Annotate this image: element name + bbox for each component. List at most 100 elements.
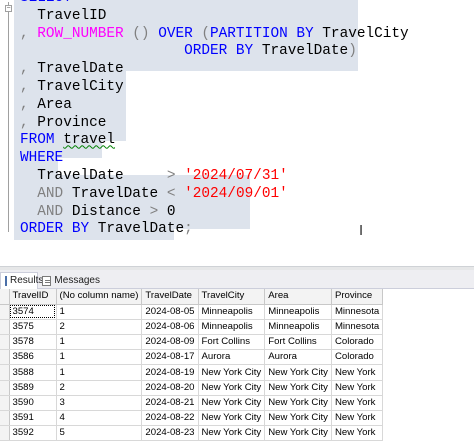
table-cell[interactable]: New York City	[198, 395, 266, 412]
table-cell[interactable]: 3	[56, 395, 143, 412]
sql-code[interactable]: SELECT TravelID, ROW_NUMBER () OVER (PAR…	[20, 0, 409, 239]
table-cell[interactable]: Colorado	[331, 349, 384, 366]
code-line[interactable]: , TravelDate	[20, 61, 409, 79]
table-cell[interactable]: New York	[331, 425, 384, 442]
table-cell[interactable]: New York City	[198, 410, 266, 427]
code-line[interactable]: ORDER BY TravelDate)	[20, 43, 409, 61]
code-line[interactable]: AND TravelDate < '2024/09/01'	[20, 186, 409, 204]
code-line[interactable]: , Area	[20, 97, 409, 115]
table-cell[interactable]: Fort Collins	[198, 334, 266, 351]
table-cell[interactable]: Aurora	[198, 349, 266, 366]
table-cell[interactable]: 2024-08-19	[141, 364, 199, 381]
table-row[interactable]: 3592 5 2024-08-23 New York City New York Cit…	[0, 425, 384, 442]
table-row[interactable]: 3588 1 2024-08-19 New York City New York Cit…	[0, 364, 384, 381]
code-line[interactable]: , Province	[20, 115, 409, 133]
column-header[interactable]: Area	[264, 289, 332, 305]
code-line[interactable]: FROM travel	[20, 132, 409, 150]
table-cell[interactable]: Aurora	[264, 349, 332, 366]
table-cell[interactable]: Minnesota	[331, 304, 384, 320]
table-cell[interactable]: 2	[56, 380, 143, 396]
table-cell[interactable]: 1	[56, 349, 143, 366]
results-grid[interactable]: TravelID (No column name) TravelDate Tra…	[0, 289, 474, 446]
row-header[interactable]	[0, 395, 10, 412]
table-cell[interactable]: New York City	[198, 364, 266, 381]
column-header[interactable]: TravelDate	[141, 289, 199, 305]
row-header[interactable]	[0, 380, 10, 396]
table-cell[interactable]: 3590	[9, 395, 57, 412]
query-editor[interactable]: − SELECT TravelID, ROW_NUMBER () OVER (P…	[0, 0, 474, 268]
code-line[interactable]: TravelDate > '2024/07/31'	[20, 168, 409, 186]
table-cell[interactable]: 2024-08-17	[141, 349, 199, 366]
table-cell[interactable]: Minneapolis	[198, 319, 266, 336]
code-line[interactable]: SELECT	[20, 0, 409, 8]
table-cell[interactable]: 2024-08-20	[141, 380, 199, 396]
table-cell[interactable]: Minneapolis	[264, 319, 332, 336]
table-cell[interactable]: New York	[331, 395, 384, 412]
column-header[interactable]: TravelID	[9, 289, 57, 305]
row-header[interactable]	[0, 425, 10, 442]
code-token: TravelDate	[253, 43, 349, 60]
table-cell[interactable]: New York City	[198, 380, 266, 396]
table-cell[interactable]: New York City	[198, 425, 266, 442]
table-cell[interactable]: 3574	[9, 304, 57, 320]
table-row[interactable]: 3578 1 2024-08-09 Fort Collins Fort Collins C…	[0, 334, 384, 351]
table-cell[interactable]: New York City	[264, 410, 332, 427]
row-header[interactable]	[0, 304, 10, 320]
table-cell[interactable]: 2024-08-22	[141, 410, 199, 427]
code-line[interactable]: AND Distance > 0	[20, 204, 409, 222]
table-cell[interactable]: 3588	[9, 364, 57, 381]
table-cell[interactable]: 3589	[9, 380, 57, 396]
table-cell[interactable]: 1	[56, 364, 143, 381]
table-row[interactable]: 3586 1 2024-08-17 Aurora Aurora Colorado	[0, 349, 384, 366]
row-header[interactable]	[0, 349, 10, 366]
column-header[interactable]: Province	[331, 289, 384, 305]
table-cell[interactable]: 2024-08-09	[141, 334, 199, 351]
table-cell[interactable]: 2024-08-23	[141, 425, 199, 442]
table-cell[interactable]: Minneapolis	[198, 304, 266, 320]
column-header[interactable]: (No column name)	[56, 289, 143, 305]
row-header[interactable]	[0, 334, 10, 351]
tab-messages[interactable]: Messages	[40, 272, 100, 289]
code-line[interactable]: WHERE	[20, 150, 409, 168]
table-cell[interactable]: Fort Collins	[264, 334, 332, 351]
table-row[interactable]: 3574 1 2024-08-05 Minneapolis Minneapolis Min…	[0, 304, 384, 320]
table-cell[interactable]: 4	[56, 410, 143, 427]
table-cell[interactable]: New York City	[264, 364, 332, 381]
table-cell[interactable]: New York City	[264, 380, 332, 396]
code-line[interactable]: ORDER BY TravelDate;	[20, 221, 409, 239]
table-cell[interactable]: Minneapolis	[264, 304, 332, 320]
column-header[interactable]: TravelCity	[198, 289, 266, 305]
fold-collapse-icon[interactable]: −	[5, 5, 12, 12]
table-cell[interactable]: 2	[56, 319, 143, 336]
row-header[interactable]	[0, 364, 10, 381]
table-cell[interactable]: 3578	[9, 334, 57, 351]
table-cell[interactable]: 3591	[9, 410, 57, 427]
table-cell[interactable]: 2024-08-05	[141, 304, 199, 320]
code-line[interactable]: , TravelCity	[20, 79, 409, 97]
table-cell[interactable]: New York City	[264, 395, 332, 412]
table-cell[interactable]: New York	[331, 364, 384, 381]
table-cell[interactable]: New York City	[264, 425, 332, 442]
table-cell[interactable]: New York	[331, 410, 384, 427]
table-row[interactable]: 3590 3 2024-08-21 New York City New York Cit…	[0, 395, 384, 412]
table-cell[interactable]: 3575	[9, 319, 57, 336]
table-row[interactable]: 3589 2 2024-08-20 New York City New York Cit…	[0, 380, 384, 396]
table-cell[interactable]: 1	[56, 304, 143, 320]
table-cell[interactable]: 3586	[9, 349, 57, 366]
table-row[interactable]: 3591 4 2024-08-22 New York City New York Cit…	[0, 410, 384, 427]
code-line[interactable]: , ROW_NUMBER () OVER (PARTITION BY Trave…	[20, 26, 409, 44]
table-cell[interactable]: 2024-08-21	[141, 395, 199, 412]
table-cell[interactable]: 2024-08-06	[141, 319, 199, 336]
row-header[interactable]	[0, 410, 10, 427]
table-row[interactable]: 3575 2 2024-08-06 Minneapolis Minneapolis Min…	[0, 319, 384, 336]
table-cell[interactable]: Minnesota	[331, 319, 384, 336]
code-line[interactable]: TravelID	[20, 8, 409, 26]
table-cell[interactable]: Colorado	[331, 334, 384, 351]
row-header[interactable]	[0, 319, 10, 336]
table-cell[interactable]: 5	[56, 425, 143, 442]
table-cell[interactable]: New York	[331, 380, 384, 396]
table-cell[interactable]: 1	[56, 334, 143, 351]
table-cell[interactable]: 3592	[9, 425, 57, 442]
tab-results[interactable]: Results	[0, 272, 43, 289]
grid-corner[interactable]	[0, 289, 10, 305]
